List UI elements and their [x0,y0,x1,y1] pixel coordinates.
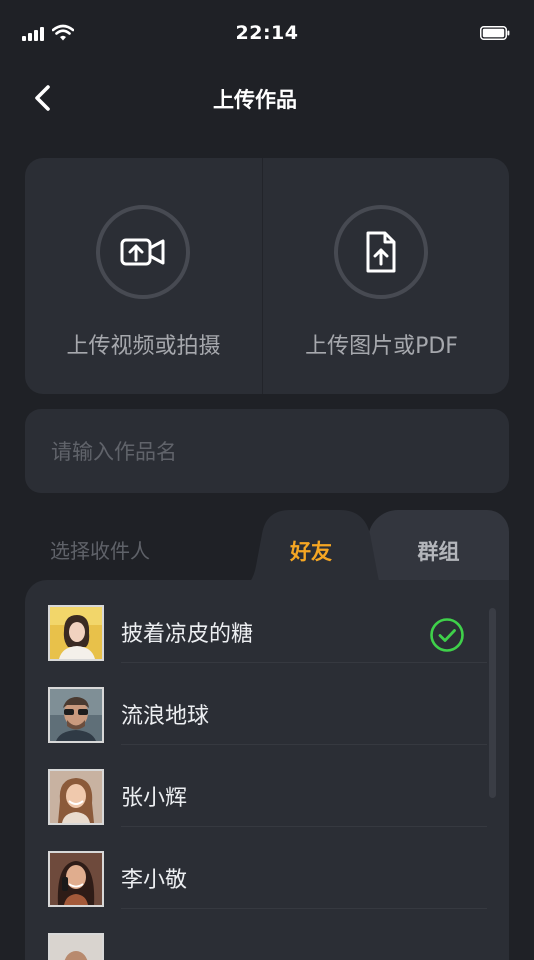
work-name-field [25,409,509,495]
video-upload-icon [120,238,165,266]
nav-bar: 上传作品 [0,70,534,126]
contact-name: 流浪地球 [121,704,210,729]
contact-name: 李小敬 [121,868,188,893]
contact-item[interactable]: 流浪地球 [25,662,495,745]
avatar [48,687,104,743]
contact-item[interactable]: 李小敬 [25,826,495,909]
scrollbar[interactable] [489,608,496,798]
upload-video-button[interactable]: 上传视频或拍摄 [25,158,262,394]
contact-item[interactable]: 披着凉皮的糖 [25,580,495,663]
upload-image-pdf-label: 上传图片或PDF [305,334,458,359]
select-recipient-label: 选择收件人 [50,539,150,563]
file-upload-icon [366,231,396,273]
tab-friends[interactable]: 好友 [236,510,382,590]
battery-icon [480,26,510,40]
tab-friends-label: 好友 [290,540,332,564]
upload-file-circle [334,205,428,299]
upload-card: 上传视频或拍摄 上传图片或PDF [25,158,509,394]
tab-groups-label: 群组 [417,540,460,564]
upload-video-circle [96,205,190,299]
contact-item[interactable] [25,908,495,960]
avatar [48,851,104,907]
avatar [48,769,104,825]
tab-groups[interactable]: 群组 [368,510,509,590]
work-name-input[interactable] [49,409,489,495]
upload-video-label: 上传视频或拍摄 [66,334,221,359]
check-circle-icon[interactable] [430,618,464,652]
status-time: 22:14 [235,22,299,44]
status-bar: 22:14 [0,0,534,64]
recipient-list: 披着凉皮的糖 流浪地球 张小辉 李小敬 [25,580,509,960]
upload-image-pdf-button[interactable]: 上传图片或PDF [263,158,500,394]
page-title: 上传作品 [213,88,297,112]
contact-name: 披着凉皮的糖 [121,622,254,647]
avatar [48,933,104,960]
contact-item[interactable]: 张小辉 [25,744,495,827]
contact-name: 张小辉 [121,786,188,811]
avatar [48,605,104,661]
